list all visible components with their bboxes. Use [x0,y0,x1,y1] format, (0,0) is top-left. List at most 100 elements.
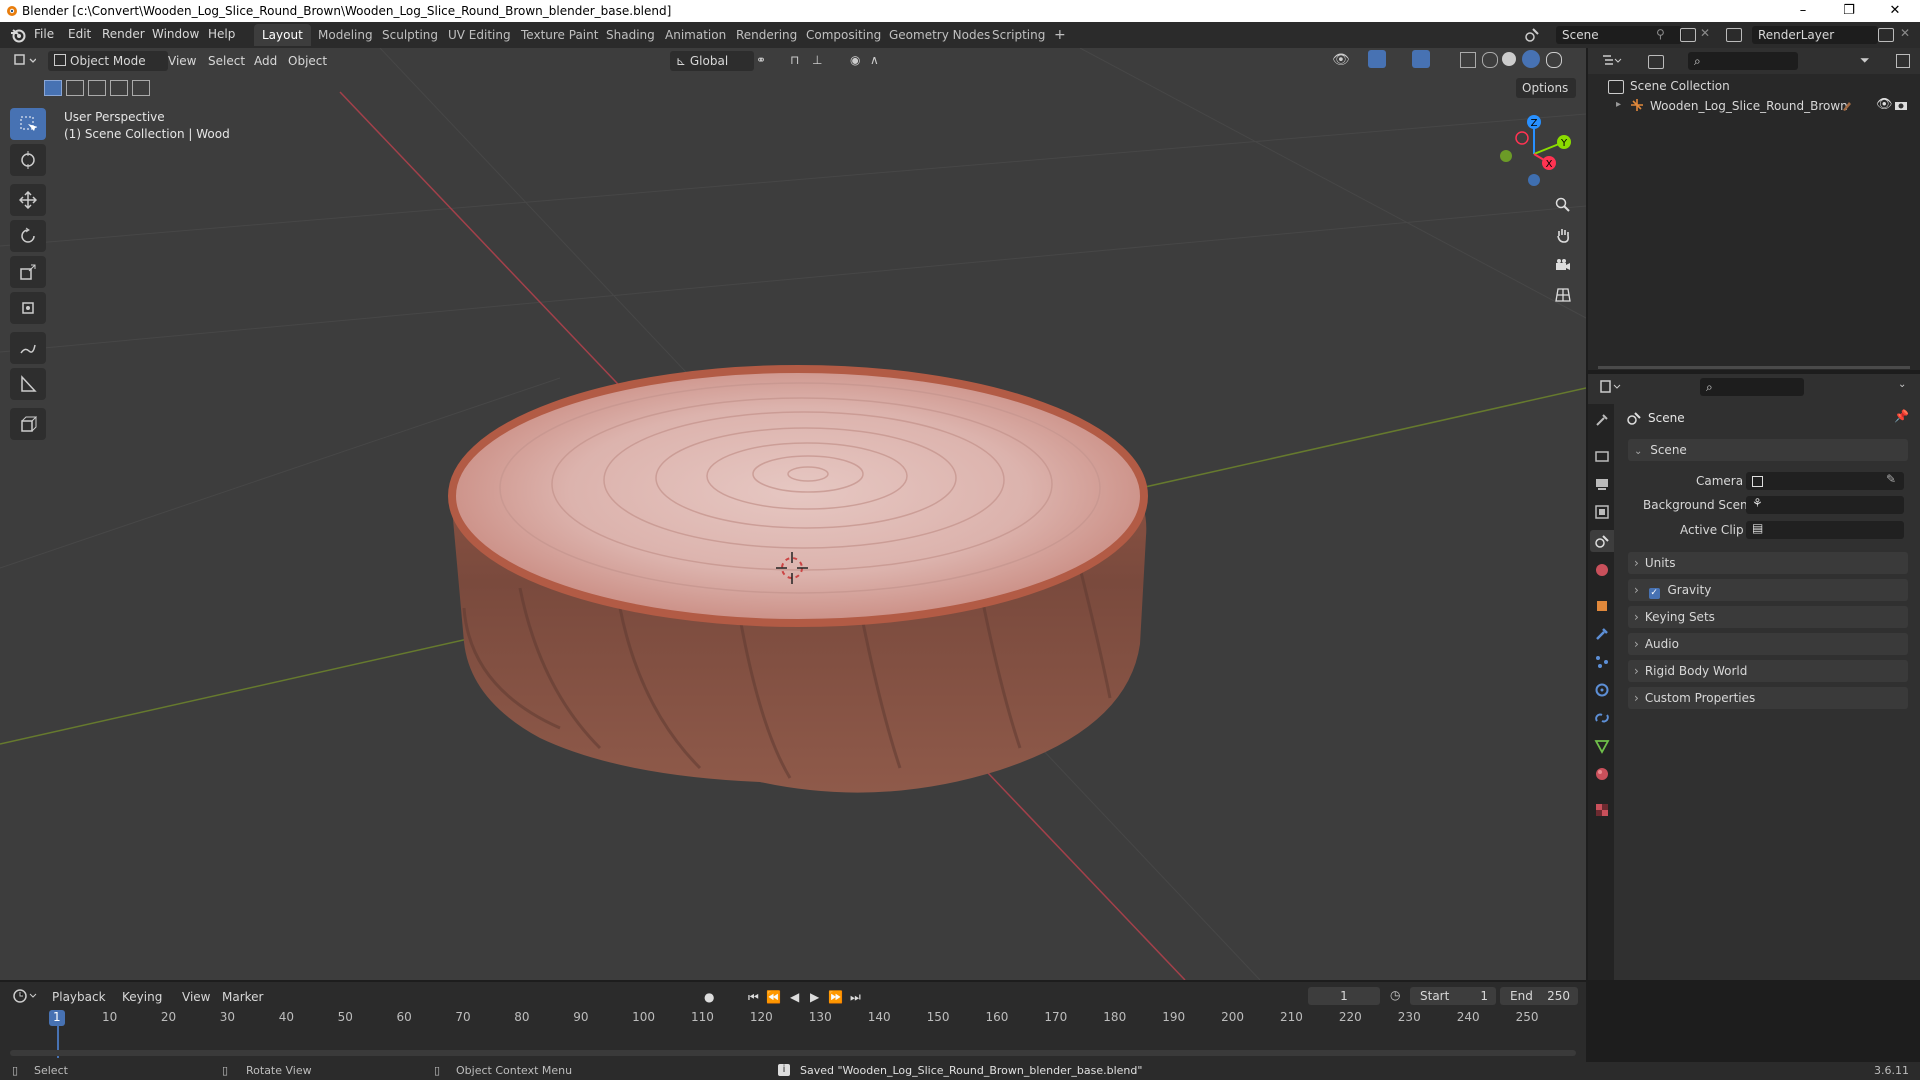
move-tool[interactable] [10,184,46,216]
menu-render[interactable]: Render [102,27,145,41]
properties-options-icon[interactable]: ⌄ [1898,379,1906,390]
select-intersect-icon[interactable] [132,80,150,96]
timeline-editor-icon[interactable] [12,988,38,1004]
material-tab-icon[interactable] [1594,766,1610,782]
tab-scripting[interactable]: Scripting [984,24,1053,46]
add-workspace-button[interactable]: + [1046,24,1074,46]
jump-start-icon[interactable]: ⏮ [748,990,759,1005]
outliner-panel[interactable]: ⌕ ⏷ Scene Collection ▸ Wooden_Log_Slice_… [1588,48,1920,370]
tab-modeling[interactable]: Modeling [310,24,381,46]
properties-editor-icon[interactable] [1600,380,1622,394]
next-keyframe-icon[interactable]: ⏩ [828,990,843,1004]
select-invert-icon[interactable] [110,80,128,96]
3d-viewport[interactable] [0,48,1586,980]
select-subtract-icon[interactable] [88,80,106,96]
camera-field[interactable]: ✎ [1746,472,1904,490]
world-tab-icon[interactable] [1594,562,1610,578]
new-view-layer-icon[interactable] [1878,28,1894,42]
close-button[interactable]: ✕ [1872,0,1918,22]
outliner-editor-icon[interactable] [1602,54,1622,68]
select-box-tool[interactable] [10,108,46,140]
menu-window[interactable]: Window [152,27,199,41]
editor-type-icon[interactable] [12,52,37,70]
modifier-icon[interactable] [1840,98,1854,112]
rendered-shading-icon[interactable] [1546,52,1562,68]
cursor-tool[interactable] [10,144,46,176]
keying-sets-panel[interactable]: › Keying Sets [1628,606,1908,628]
texture-tab-icon[interactable] [1594,802,1610,818]
blender-menu-icon[interactable] [10,27,26,43]
outliner-object-label[interactable]: Wooden_Log_Slice_Round_Brown [1650,99,1848,113]
mode-selector[interactable]: Object Mode [48,51,168,71]
start-frame-field[interactable]: Start 1 [1410,987,1496,1005]
select-mode-group[interactable] [44,80,150,96]
gravity-checkbox[interactable]: ✓ [1648,588,1660,599]
tab-uv-editing[interactable]: UV Editing [440,24,519,46]
play-icon[interactable]: ▶ [810,990,819,1004]
timeline-menu-playback[interactable]: Playback [52,990,106,1004]
add-cube-tool[interactable] [10,408,46,440]
pivot-point-icon[interactable]: ⚭ [756,53,766,67]
current-frame-field[interactable]: 1 [1308,987,1380,1005]
snap-icon[interactable]: ⊓ [790,53,799,67]
eyedropper-icon[interactable]: ✎ [1886,472,1896,486]
options-button[interactable]: Options [1516,78,1576,98]
proportional-edit-icon[interactable]: ◉ [850,53,860,67]
physics-tab-icon[interactable] [1594,682,1610,698]
solid-shading-icon[interactable] [1502,52,1516,66]
measure-tool[interactable] [10,368,46,400]
viewport-menu-view[interactable]: View [168,54,196,68]
audio-panel[interactable]: › Audio [1628,633,1908,655]
units-panel[interactable]: › Units [1628,552,1908,574]
new-collection-icon[interactable] [1896,54,1910,68]
snap-target-icon[interactable]: ⊥ [812,53,822,67]
camera-view-icon[interactable] [1550,252,1576,278]
modifier-tab-icon[interactable] [1594,626,1610,642]
expand-arrow-icon[interactable]: ▸ [1616,99,1621,110]
gizmo-toggle-icon[interactable] [1368,50,1386,68]
tab-geometry-nodes[interactable]: Geometry Nodes [881,24,998,46]
outliner-scrollbar[interactable] [1598,366,1910,369]
particles-tab-icon[interactable] [1594,654,1610,670]
scene-icon[interactable] [1524,27,1540,43]
viewport-menu-add[interactable]: Add [254,54,277,68]
menu-file[interactable]: File [34,27,54,41]
minimize-button[interactable]: – [1780,0,1826,22]
select-extend-icon[interactable] [66,80,84,96]
timeline-menu-view[interactable]: View [182,990,210,1004]
view-layer-selector[interactable]: RenderLayer [1752,26,1878,44]
output-tab-icon[interactable] [1594,476,1610,492]
constraints-tab-icon[interactable] [1594,710,1610,726]
render-tab-icon[interactable] [1594,448,1610,464]
filter-icon[interactable]: ⏷ [1860,53,1870,68]
navigation-gizmo[interactable]: Z Y X [1494,112,1574,192]
perspective-toggle-icon[interactable] [1550,282,1576,308]
tab-layout[interactable]: Layout [254,24,311,46]
xray-icon[interactable] [1460,52,1476,68]
object-tab-icon[interactable] [1594,598,1610,614]
pin-icon[interactable]: ⚲ [1656,27,1665,41]
menu-help[interactable]: Help [208,27,235,41]
scale-tool[interactable] [10,256,46,288]
end-frame-field[interactable]: End 250 [1500,987,1578,1005]
menu-edit[interactable]: Edit [68,27,91,41]
zoom-icon[interactable] [1550,192,1576,218]
jump-end-icon[interactable]: ⏭ [850,990,861,1005]
timeline-scrollbar[interactable] [10,1050,1576,1056]
scene-collection-label[interactable]: Scene Collection [1630,79,1730,93]
material-preview-icon[interactable] [1522,50,1540,68]
auto-keying-icon[interactable]: ● [704,990,714,1004]
display-mode-icon[interactable] [1648,55,1664,69]
tab-sculpting[interactable]: Sculpting [374,24,446,46]
pan-hand-icon[interactable] [1550,222,1576,248]
overlay-toggle-icon[interactable] [1412,50,1430,68]
tab-rendering[interactable]: Rendering [728,24,805,46]
viewport-menu-object[interactable]: Object [288,54,327,68]
hide-in-viewport-icon[interactable]: 👁 [1876,97,1893,112]
viewport-scene[interactable] [0,48,1586,980]
pin-properties-icon[interactable]: 📌 [1894,409,1909,423]
tab-compositing[interactable]: Compositing [798,24,889,46]
new-scene-icon[interactable] [1680,28,1696,42]
tool-tab-icon[interactable] [1594,412,1610,428]
properties-search-input[interactable]: ⌕ [1700,378,1804,396]
